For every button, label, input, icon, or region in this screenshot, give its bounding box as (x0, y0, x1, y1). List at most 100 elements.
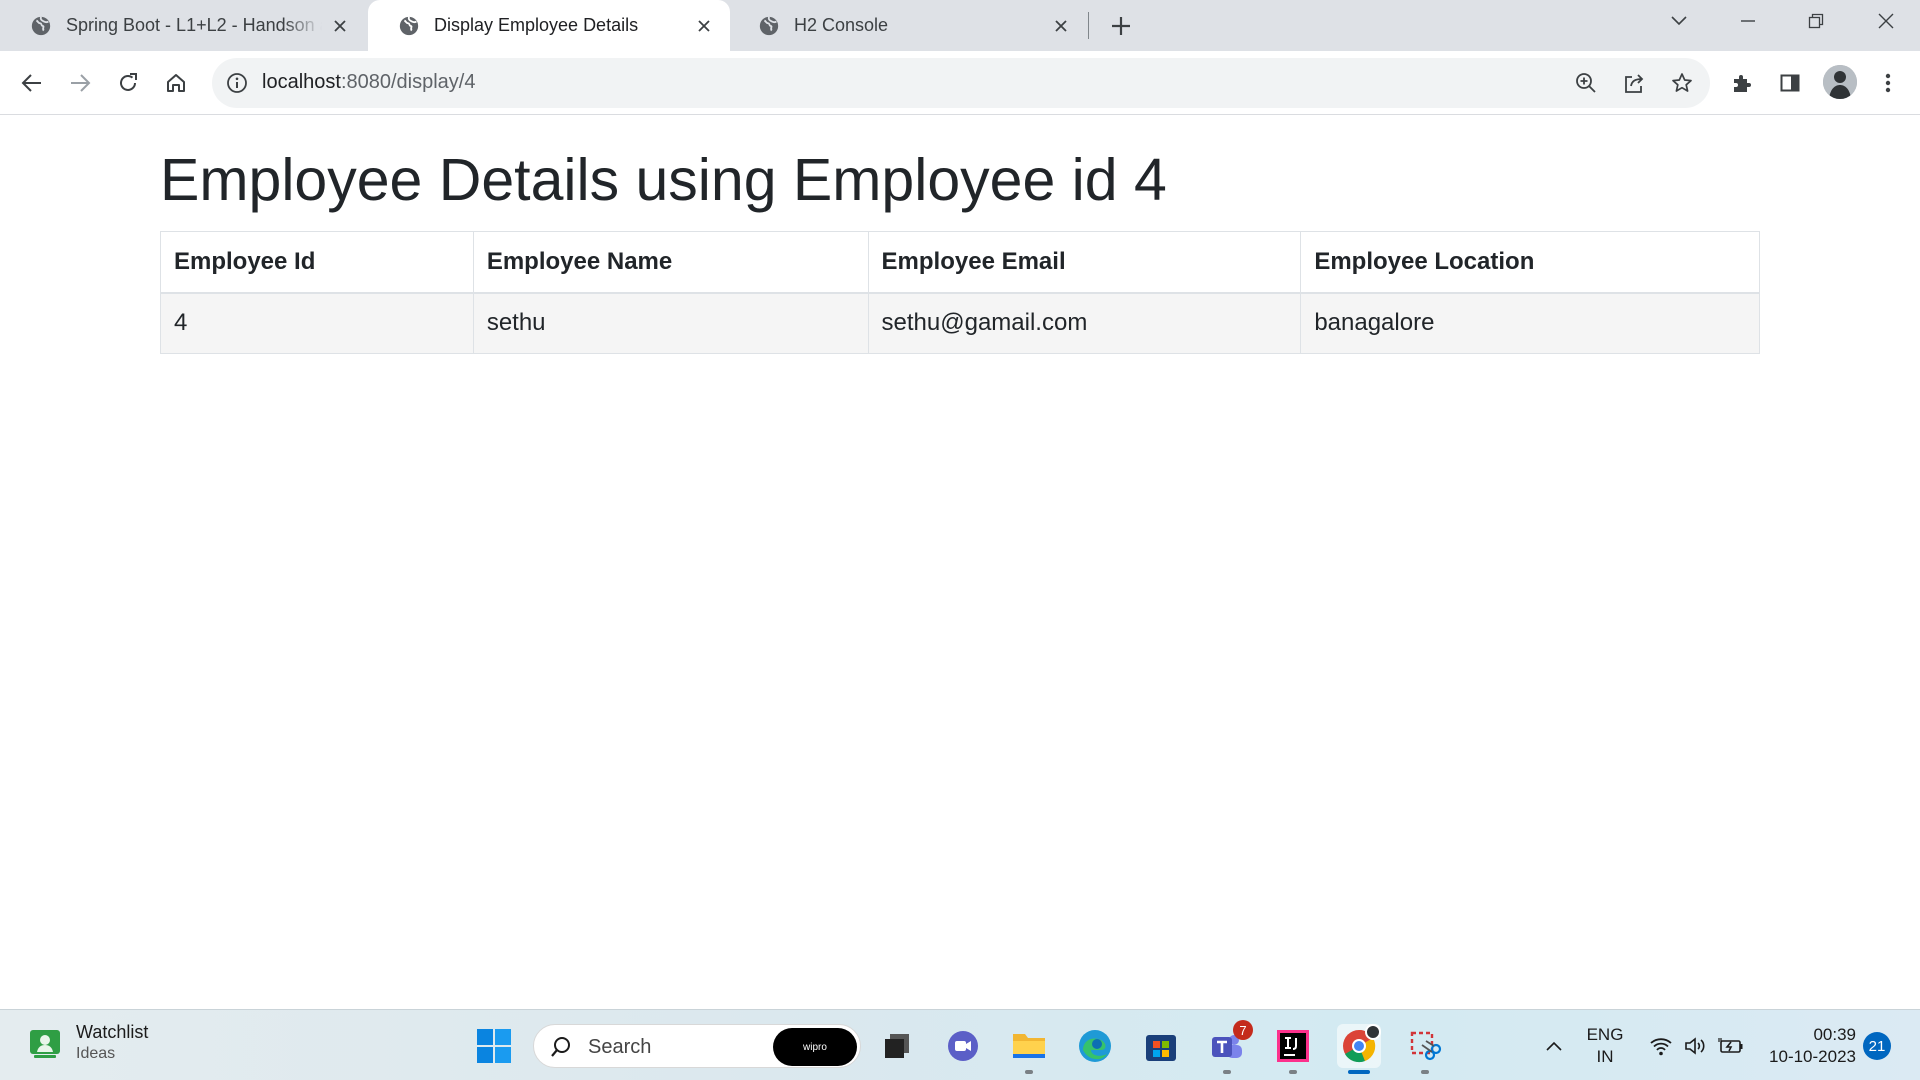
close-icon[interactable] (330, 16, 350, 36)
volume-button[interactable] (1681, 1010, 1711, 1080)
home-button[interactable] (158, 65, 194, 101)
back-button[interactable] (14, 65, 50, 101)
globe-icon (759, 16, 779, 35)
network-button[interactable] (1646, 1010, 1676, 1080)
snipping-tool-app[interactable] (1403, 1024, 1447, 1074)
column-header: Employee Name (472, 231, 869, 294)
tab-h2-console[interactable]: H2 Console (728, 0, 1087, 51)
globe-icon (31, 16, 51, 35)
table-row: 4 sethu sethu@gamail.com banagalore (160, 292, 1760, 354)
info-icon[interactable] (226, 72, 248, 94)
language-code: ENG (1586, 1025, 1624, 1044)
running-indicator (1289, 1070, 1297, 1074)
tab-spring-boot[interactable]: Spring Boot - L1+L2 - Handson a (0, 0, 366, 51)
browser-toolbar: localhost:8080/display/4 (0, 51, 1920, 115)
battery-button[interactable] (1716, 1010, 1746, 1080)
store-app[interactable] (1139, 1024, 1183, 1068)
chevron-up-icon (1546, 1041, 1562, 1051)
arrow-right-icon (71, 74, 91, 92)
close-icon[interactable] (1051, 16, 1071, 36)
start-button[interactable] (472, 1024, 516, 1068)
side-panel-icon (1780, 74, 1800, 92)
tab-display-employee-details[interactable]: Display Employee Details (368, 0, 730, 51)
running-indicator (1348, 1070, 1370, 1074)
region-code: IN (1596, 1047, 1614, 1066)
video-chat-icon (948, 1031, 978, 1061)
widget-title: Watchlist (76, 1022, 149, 1042)
chevron-down-icon (1671, 16, 1687, 26)
star-icon (1672, 73, 1692, 92)
share-button[interactable] (1616, 65, 1652, 101)
clock-date: 10-10-2023 (1769, 1047, 1856, 1066)
menu-button[interactable] (1870, 65, 1906, 101)
close-window-button[interactable] (1856, 0, 1916, 42)
tab-search-button[interactable] (1649, 0, 1709, 42)
wifi-icon (1650, 1037, 1672, 1055)
arrow-left-icon (21, 74, 41, 92)
globe-icon (399, 16, 419, 35)
share-icon (1625, 74, 1644, 93)
profile-avatar[interactable] (1823, 65, 1857, 99)
intellij-icon (1277, 1030, 1309, 1062)
tab-title: Display Employee Details (434, 15, 639, 35)
speaker-icon (1685, 1036, 1705, 1055)
reload-icon (120, 73, 137, 91)
url-text[interactable]: localhost:8080/display/4 (262, 71, 475, 94)
new-tab-button[interactable] (1105, 10, 1137, 42)
windows-taskbar: Watchlist Ideas Search wipro 7 ENG IN 00… (0, 1009, 1920, 1080)
search-icon (551, 1037, 570, 1057)
column-header: Employee Id (160, 231, 474, 294)
employee-table: Employee Id Employee Name Employee Email… (160, 231, 1760, 354)
task-view-button[interactable] (875, 1024, 919, 1068)
notification-count-badge[interactable]: 21 (1863, 1032, 1891, 1060)
clock-button[interactable]: 00:39 10-10-2023 (1756, 1024, 1856, 1068)
restore-button[interactable] (1786, 0, 1846, 42)
show-hidden-icons-button[interactable] (1538, 1010, 1570, 1080)
reload-button[interactable] (110, 65, 146, 101)
folder-icon (1013, 1034, 1045, 1058)
running-indicator (1421, 1070, 1429, 1074)
minimize-icon (1741, 20, 1755, 22)
edge-icon (1079, 1030, 1111, 1062)
tab-divider (1088, 12, 1089, 39)
battery-charging-icon (1718, 1037, 1743, 1053)
search-placeholder: Search (588, 1036, 652, 1058)
wipro-badge: wipro (773, 1028, 857, 1066)
taskbar-search[interactable]: Search wipro (533, 1024, 861, 1068)
watchlist-icon (30, 1029, 60, 1058)
meet-app[interactable] (941, 1024, 985, 1068)
zoom-in-icon (1576, 73, 1596, 93)
running-indicator (1223, 1070, 1231, 1074)
restore-icon (1808, 13, 1824, 29)
input-language-indicator[interactable]: ENG IN (1584, 1024, 1626, 1068)
intellij-app[interactable] (1271, 1024, 1315, 1074)
clock-time: 00:39 (1813, 1025, 1856, 1044)
address-bar[interactable]: localhost:8080/display/4 (212, 58, 1710, 108)
home-icon (167, 74, 185, 92)
extensions-button[interactable] (1724, 65, 1760, 101)
employee-id-cell: 4 (160, 292, 474, 354)
puzzle-icon (1734, 75, 1751, 92)
edge-app[interactable] (1073, 1024, 1117, 1068)
widgets-button[interactable]: Watchlist Ideas (28, 1022, 148, 1063)
url-path: :8080/display/4 (340, 71, 476, 93)
tab-title: Spring Boot - L1+L2 - Handson a (66, 15, 322, 35)
column-header: Employee Email (867, 231, 1302, 294)
close-icon[interactable] (694, 16, 714, 36)
minimize-button[interactable] (1718, 0, 1778, 42)
browser-tab-strip: Spring Boot - L1+L2 - Handson a Display … (0, 0, 1920, 51)
forward-button[interactable] (62, 65, 98, 101)
url-host: localhost (262, 71, 341, 93)
snipping-tool-icon (1410, 1031, 1442, 1061)
plus-icon (1112, 17, 1130, 35)
page-content: Employee Details using Employee id 4 Emp… (0, 116, 1920, 1009)
tab-title: H2 Console (794, 15, 889, 35)
teams-app[interactable]: 7 (1205, 1020, 1253, 1074)
windows-logo-icon (477, 1029, 511, 1063)
file-explorer-app[interactable] (1007, 1024, 1051, 1074)
bookmark-button[interactable] (1664, 65, 1700, 101)
chrome-app[interactable] (1337, 1024, 1381, 1074)
zoom-button[interactable] (1568, 65, 1604, 101)
profile-badge (1365, 1024, 1381, 1040)
side-panel-button[interactable] (1772, 65, 1808, 101)
